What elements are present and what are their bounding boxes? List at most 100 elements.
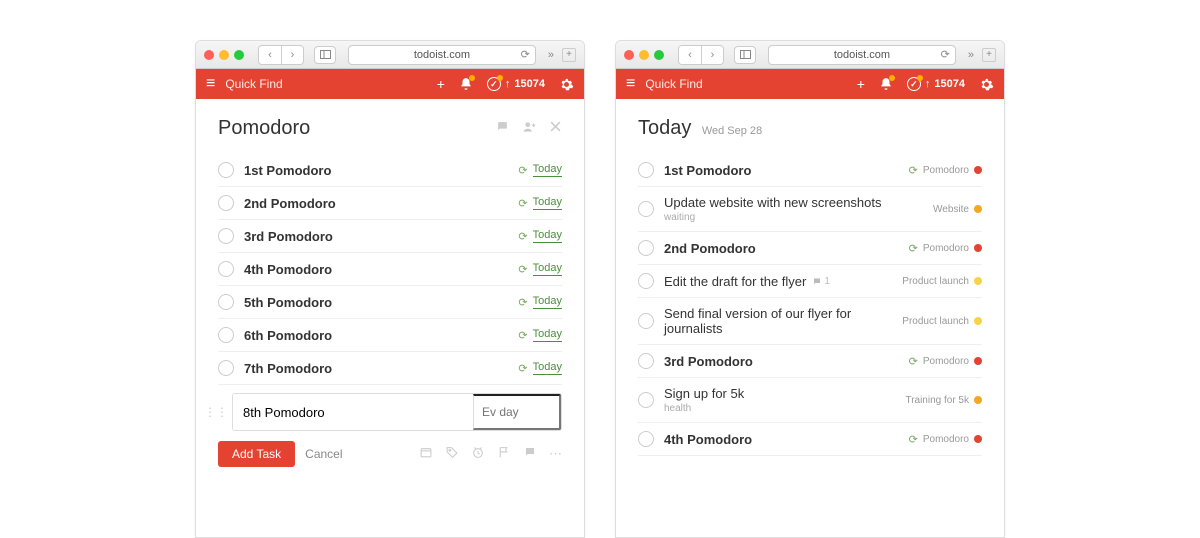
due-date-badge[interactable]: Today [533, 229, 562, 243]
task-list: 1st Pomodoro⟳Today 2nd Pomodoro⟳Today 3r… [218, 154, 562, 385]
task-row[interactable]: 3rd Pomodoro⟳Today [218, 220, 562, 253]
task-checkbox[interactable] [638, 392, 654, 408]
add-task-icon[interactable]: + [437, 76, 445, 92]
task-checkbox[interactable] [638, 240, 654, 256]
project-label[interactable]: Website [933, 204, 969, 215]
close-window-icon[interactable] [624, 50, 634, 60]
add-task-button[interactable]: Add Task [218, 441, 295, 467]
more-toolbar-icon[interactable]: » [968, 49, 974, 61]
task-row[interactable]: Send final version of our flyer for jour… [638, 298, 982, 345]
project-picker-icon[interactable] [419, 446, 433, 462]
task-row[interactable]: 4th Pomodoro⟳Pomodoro [638, 423, 982, 456]
minimize-window-icon[interactable] [219, 50, 229, 60]
url-bar[interactable]: todoist.com ⟳ [768, 45, 956, 65]
task-row[interactable]: 5th Pomodoro⟳Today [218, 286, 562, 319]
more-icon[interactable]: ⋯ [549, 446, 562, 462]
task-checkbox[interactable] [218, 327, 234, 343]
back-button[interactable]: ‹ [679, 46, 701, 64]
project-dot [974, 244, 982, 252]
forward-button[interactable]: › [281, 46, 303, 64]
task-row[interactable]: Update website with new screenshotswaiti… [638, 187, 982, 232]
reload-icon[interactable]: ⟳ [521, 48, 530, 61]
recurring-icon: ⟳ [518, 164, 527, 177]
notifications-icon[interactable] [459, 77, 473, 91]
menu-icon[interactable]: ≡ [206, 75, 215, 93]
maximize-window-icon[interactable] [654, 50, 664, 60]
label-icon[interactable] [445, 446, 459, 462]
task-checkbox[interactable] [638, 353, 654, 369]
view-title: Pomodoro [218, 117, 310, 140]
more-actions-icon[interactable] [549, 120, 562, 134]
task-checkbox[interactable] [638, 162, 654, 178]
task-checkbox[interactable] [638, 431, 654, 447]
task-checkbox[interactable] [218, 162, 234, 178]
task-row[interactable]: 1st Pomodoro⟳Pomodoro [638, 154, 982, 187]
project-label[interactable]: Pomodoro [923, 165, 969, 176]
schedule-input[interactable] [473, 394, 561, 430]
drag-handle-icon[interactable]: ⋮⋮ [204, 405, 228, 419]
close-window-icon[interactable] [204, 50, 214, 60]
notifications-icon[interactable] [879, 77, 893, 91]
task-row[interactable]: 4th Pomodoro⟳Today [218, 253, 562, 286]
project-label[interactable]: Product launch [902, 316, 969, 327]
new-tab-button[interactable]: + [562, 48, 576, 62]
recurring-icon: ⟳ [518, 230, 527, 243]
settings-icon[interactable] [979, 77, 994, 92]
project-dot [974, 396, 982, 404]
due-date-badge[interactable]: Today [533, 361, 562, 375]
task-checkbox[interactable] [218, 360, 234, 376]
task-row[interactable]: Edit the draft for the flyer1Product lau… [638, 265, 982, 298]
task-checkbox[interactable] [218, 261, 234, 277]
new-task-input[interactable] [233, 394, 473, 430]
more-toolbar-icon[interactable]: » [548, 49, 554, 61]
project-label[interactable]: Product launch [902, 276, 969, 287]
task-checkbox[interactable] [638, 201, 654, 217]
task-checkbox[interactable] [218, 294, 234, 310]
menu-icon[interactable]: ≡ [626, 75, 635, 93]
task-row[interactable]: 2nd Pomodoro⟳Today [218, 187, 562, 220]
reminder-icon[interactable] [471, 446, 485, 462]
task-checkbox[interactable] [218, 228, 234, 244]
sidebar-toggle-button[interactable] [734, 46, 756, 64]
due-date-badge[interactable]: Today [533, 163, 562, 177]
project-label[interactable]: Pomodoro [923, 356, 969, 367]
reload-icon[interactable]: ⟳ [941, 48, 950, 61]
due-date-badge[interactable]: Today [533, 196, 562, 210]
new-tab-button[interactable]: + [982, 48, 996, 62]
back-button[interactable]: ‹ [259, 46, 281, 64]
task-checkbox[interactable] [218, 195, 234, 211]
karma-counter[interactable]: ✓ ↑15074 [487, 77, 545, 91]
due-date-badge[interactable]: Today [533, 328, 562, 342]
task-row[interactable]: Sign up for 5khealthTraining for 5k [638, 378, 982, 423]
task-checkbox[interactable] [638, 273, 654, 289]
task-row[interactable]: 7th Pomodoro⟳Today [218, 352, 562, 385]
task-row[interactable]: 3rd Pomodoro⟳Pomodoro [638, 345, 982, 378]
browser-chrome: ‹ › todoist.com ⟳ » + [616, 41, 1004, 69]
project-label[interactable]: Pomodoro [923, 434, 969, 445]
minimize-window-icon[interactable] [639, 50, 649, 60]
comments-icon[interactable] [495, 120, 510, 134]
search-input[interactable]: Quick Find [225, 77, 426, 91]
task-row[interactable]: 2nd Pomodoro⟳Pomodoro [638, 232, 982, 265]
karma-counter[interactable]: ✓ ↑15074 [907, 77, 965, 91]
task-row[interactable]: 1st Pomodoro⟳Today [218, 154, 562, 187]
task-row[interactable]: 6th Pomodoro⟳Today [218, 319, 562, 352]
forward-button[interactable]: › [701, 46, 723, 64]
project-label[interactable]: Training for 5k [905, 395, 969, 406]
add-task-icon[interactable]: + [857, 76, 865, 92]
due-date-badge[interactable]: Today [533, 295, 562, 309]
url-bar[interactable]: todoist.com ⟳ [348, 45, 536, 65]
cancel-button[interactable]: Cancel [305, 447, 342, 461]
sidebar-toggle-button[interactable] [314, 46, 336, 64]
due-date-badge[interactable]: Today [533, 262, 562, 276]
task-checkbox[interactable] [638, 313, 654, 329]
comment-icon[interactable] [523, 446, 537, 462]
project-label[interactable]: Pomodoro [923, 243, 969, 254]
header-actions: + ✓ ↑15074 [437, 76, 574, 92]
maximize-window-icon[interactable] [234, 50, 244, 60]
flag-icon[interactable] [497, 446, 511, 462]
comment-count[interactable]: 1 [812, 276, 830, 287]
settings-icon[interactable] [559, 77, 574, 92]
share-icon[interactable] [522, 120, 537, 134]
search-input[interactable]: Quick Find [645, 77, 846, 91]
